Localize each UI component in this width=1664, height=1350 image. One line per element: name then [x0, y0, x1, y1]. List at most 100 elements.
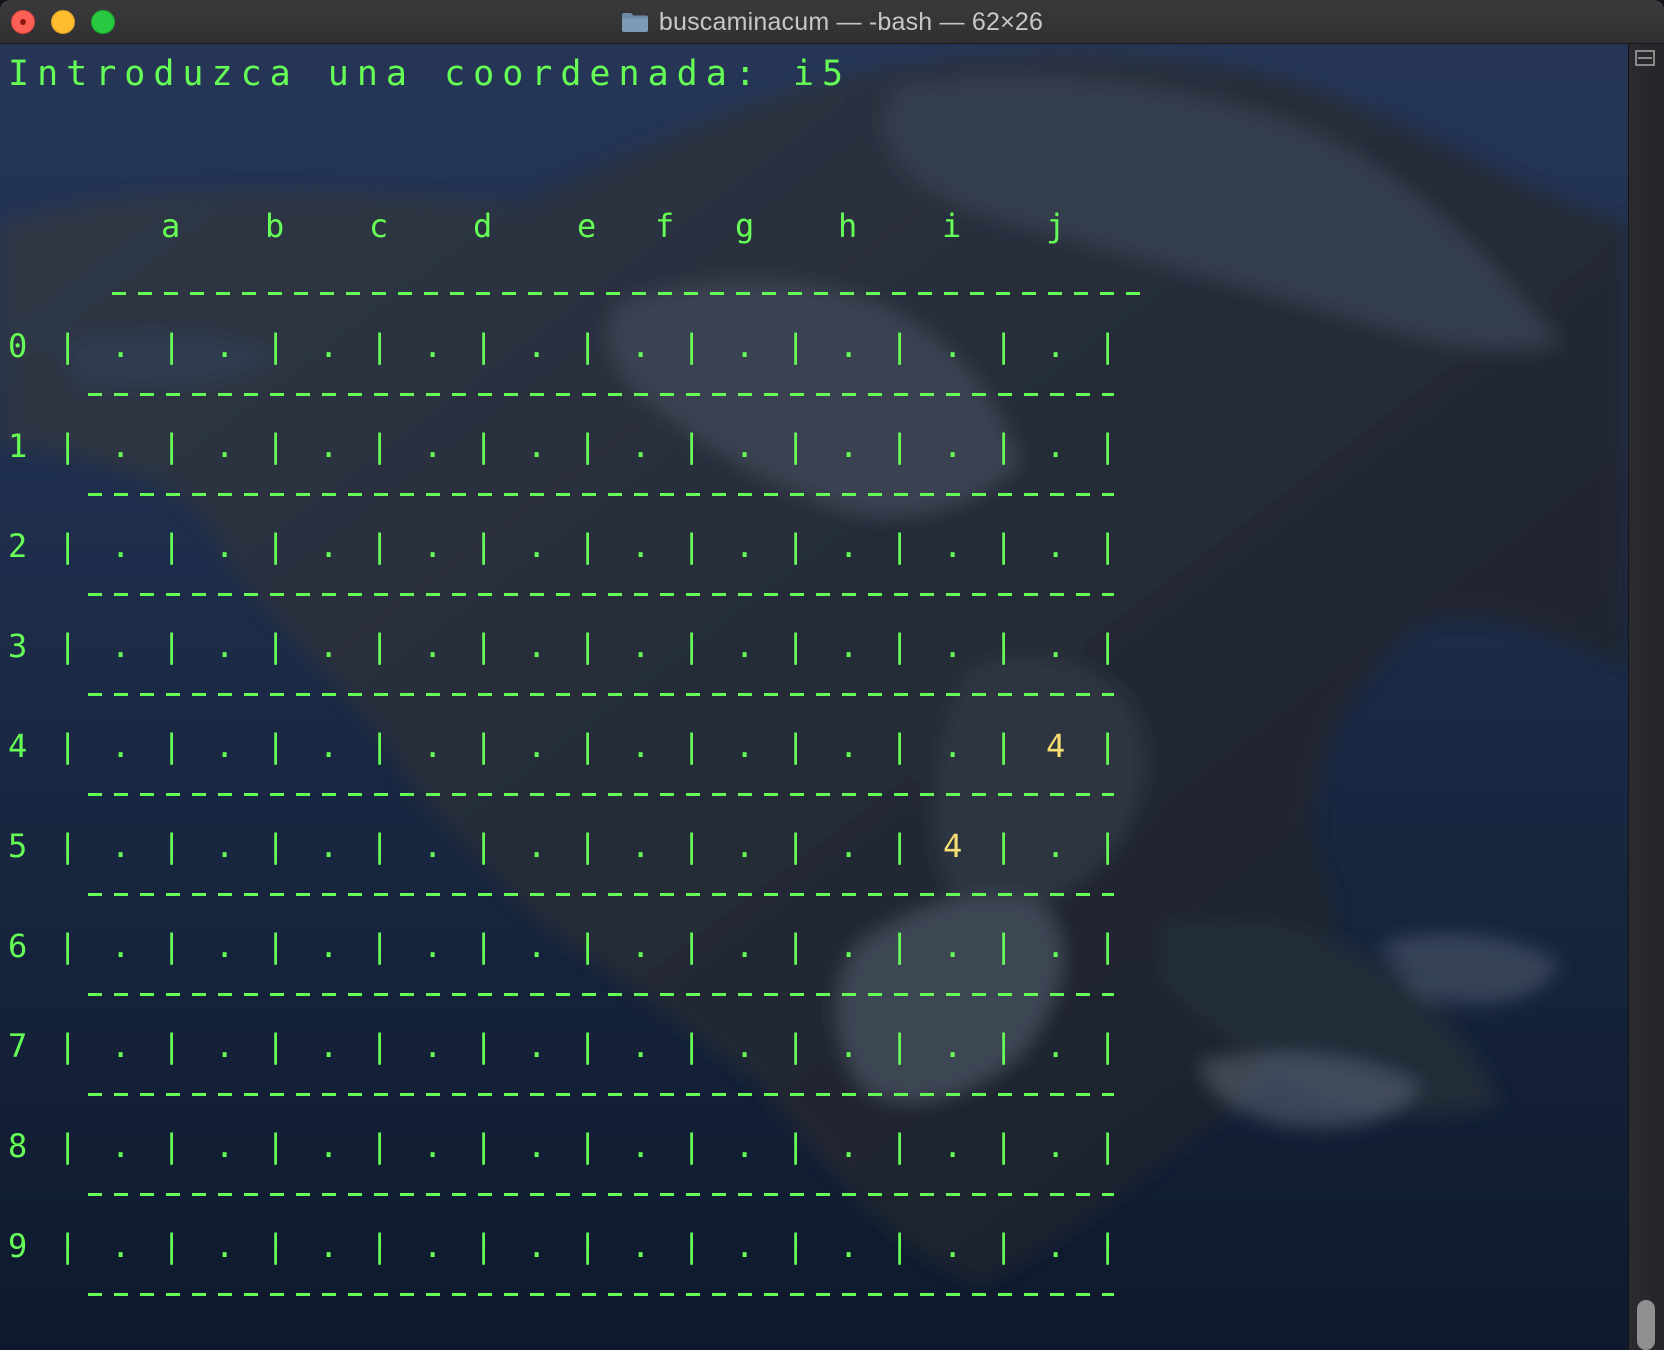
- terminal-text-area[interactable]: Introduzca una coordenada: i5 a b c d e f g h i j…: [0, 44, 1628, 1350]
- hidden-cell: .: [943, 627, 963, 665]
- hidden-cell: .: [839, 1127, 859, 1165]
- hidden-cell: .: [111, 527, 131, 565]
- hidden-cell: .: [527, 727, 547, 765]
- cell-divider: |: [578, 527, 598, 565]
- cell-divider: |: [994, 927, 1014, 965]
- cell-divider: |: [682, 1027, 702, 1065]
- hidden-cell: .: [1046, 1227, 1066, 1265]
- column-header-e: e: [577, 207, 597, 245]
- hidden-cell: .: [943, 427, 963, 465]
- hidden-cell: .: [111, 1127, 131, 1165]
- cell-divider: |: [266, 627, 286, 665]
- cell-divider: |: [682, 327, 702, 365]
- cell-divider: |: [1098, 627, 1118, 665]
- cell-divider: |: [578, 627, 598, 665]
- cell-divider: |: [162, 827, 182, 865]
- hidden-cell: .: [631, 1127, 651, 1165]
- row-separator: [88, 1193, 1114, 1196]
- hidden-cell: .: [839, 527, 859, 565]
- cell-divider: |: [1098, 727, 1118, 765]
- hidden-cell: .: [319, 1027, 339, 1065]
- row-label-5: 5: [8, 827, 28, 865]
- row-label-6: 6: [8, 927, 28, 965]
- hidden-cell: .: [1046, 327, 1066, 365]
- cell-divider: |: [578, 1227, 598, 1265]
- row-separator: [88, 493, 1114, 496]
- cell-divider: |: [474, 327, 494, 365]
- cell-divider: |: [994, 627, 1014, 665]
- cell-divider: |: [786, 1227, 806, 1265]
- cell-divider: |: [682, 527, 702, 565]
- row-label-1: 1: [8, 427, 28, 465]
- hidden-cell: .: [319, 1127, 339, 1165]
- cell-divider: |: [266, 1027, 286, 1065]
- column-header-c: c: [369, 207, 389, 245]
- hidden-cell: .: [839, 727, 859, 765]
- hidden-cell: .: [1046, 527, 1066, 565]
- hidden-cell: .: [423, 927, 443, 965]
- column-header-a: a: [161, 207, 181, 245]
- cell-divider: |: [890, 627, 910, 665]
- cell-divider: |: [786, 827, 806, 865]
- hidden-cell: .: [215, 527, 235, 565]
- cell-divider: |: [1098, 1027, 1118, 1065]
- hidden-cell: .: [215, 1127, 235, 1165]
- hidden-cell: .: [111, 1227, 131, 1265]
- cell-divider: |: [266, 427, 286, 465]
- split-pane-icon[interactable]: [1635, 50, 1655, 66]
- cell-divider: |: [162, 427, 182, 465]
- cell-divider: |: [786, 1127, 806, 1165]
- hidden-cell: .: [423, 327, 443, 365]
- terminal-content[interactable]: Introduzca una coordenada: i5 a b c d e f g h i j…: [0, 44, 1628, 1350]
- hidden-cell: .: [111, 1027, 131, 1065]
- window-titlebar[interactable]: buscaminacum — -bash — 62×26: [0, 0, 1664, 44]
- cell-divider: |: [578, 1027, 598, 1065]
- cell-divider: |: [1098, 527, 1118, 565]
- row-label-2: 2: [8, 527, 28, 565]
- cell-divider: |: [58, 727, 78, 765]
- cell-divider: |: [994, 1027, 1014, 1065]
- hidden-cell: .: [215, 827, 235, 865]
- cell-divider: |: [58, 627, 78, 665]
- cell-divider: |: [370, 1127, 390, 1165]
- cell-divider: |: [1098, 327, 1118, 365]
- cell-divider: |: [890, 927, 910, 965]
- cell-divider: |: [474, 627, 494, 665]
- hidden-cell: .: [1046, 627, 1066, 665]
- revealed-number-cell: 4: [1046, 727, 1066, 765]
- cell-divider: |: [370, 827, 390, 865]
- hidden-cell: .: [319, 1227, 339, 1265]
- cell-divider: |: [890, 827, 910, 865]
- hidden-cell: .: [423, 1027, 443, 1065]
- row-separator: [88, 793, 1114, 796]
- scrollbar-thumb[interactable]: [1637, 1300, 1655, 1350]
- row-separator: [88, 893, 1114, 896]
- cell-divider: |: [162, 727, 182, 765]
- cell-divider: |: [474, 1227, 494, 1265]
- cell-divider: |: [578, 427, 598, 465]
- terminal-window: Introduzca una coordenada: i5 a b c d e f g h i j…: [0, 0, 1664, 1350]
- row-label-8: 8: [8, 1127, 28, 1165]
- hidden-cell: .: [1046, 827, 1066, 865]
- cell-divider: |: [370, 327, 390, 365]
- hidden-cell: .: [631, 627, 651, 665]
- hidden-cell: .: [527, 1027, 547, 1065]
- cell-divider: |: [682, 427, 702, 465]
- hidden-cell: .: [943, 527, 963, 565]
- cell-divider: |: [162, 527, 182, 565]
- cell-divider: |: [994, 727, 1014, 765]
- hidden-cell: .: [631, 827, 651, 865]
- cell-divider: |: [162, 1027, 182, 1065]
- cell-divider: |: [578, 727, 598, 765]
- hidden-cell: .: [111, 627, 131, 665]
- hidden-cell: .: [735, 327, 755, 365]
- row-separator: [88, 593, 1114, 596]
- cell-divider: |: [786, 527, 806, 565]
- hidden-cell: .: [1046, 927, 1066, 965]
- cell-divider: |: [890, 727, 910, 765]
- row-separator: [112, 292, 1140, 295]
- vertical-scrollbar[interactable]: [1628, 44, 1664, 1350]
- cell-divider: |: [786, 1027, 806, 1065]
- column-header-h: h: [838, 207, 858, 245]
- hidden-cell: .: [839, 627, 859, 665]
